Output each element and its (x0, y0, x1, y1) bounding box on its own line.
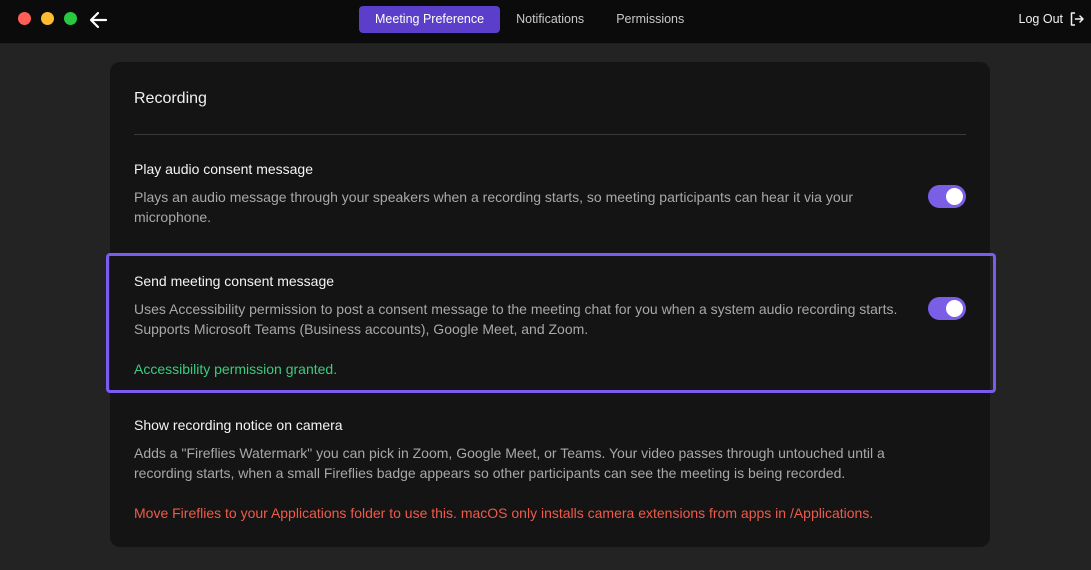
minimize-window-button[interactable] (41, 12, 54, 25)
settings-tabs: Meeting Preference Notifications Permiss… (359, 6, 700, 33)
status-accessibility-granted: Accessibility permission granted. (134, 361, 338, 377)
setting-desc-audio-consent: Plays an audio message through your spea… (134, 189, 854, 225)
tab-permissions[interactable]: Permissions (600, 6, 700, 33)
title-bar: Meeting Preference Notifications Permiss… (0, 0, 1091, 44)
logout-button[interactable]: Log Out (1019, 11, 1085, 27)
logout-icon (1070, 12, 1084, 26)
setting-title-camera-notice: Show recording notice on camera (134, 417, 343, 433)
tab-meeting-preference[interactable]: Meeting Preference (359, 6, 501, 33)
toggle-audio-consent[interactable] (928, 185, 966, 208)
arrow-left-icon[interactable] (88, 9, 110, 31)
close-window-button[interactable] (18, 12, 31, 25)
setting-desc-meeting-consent: Uses Accessibility permission to post a … (134, 301, 898, 337)
divider (134, 134, 966, 135)
tab-notifications[interactable]: Notifications (500, 6, 600, 33)
toggle-knob (946, 300, 963, 317)
recording-settings-card: Recording Play audio consent message Pla… (110, 62, 990, 547)
section-title: Recording (134, 90, 207, 107)
setting-title-audio-consent: Play audio consent message (134, 161, 313, 177)
setting-title-meeting-consent: Send meeting consent message (134, 273, 335, 289)
toggle-knob (946, 188, 963, 205)
zoom-window-button[interactable] (64, 12, 77, 25)
logout-label: Log Out (1018, 12, 1063, 26)
warning-applications-folder: Move Fireflies to your Applications fold… (134, 505, 874, 521)
setting-desc-camera-notice: Adds a "Fireflies Watermark" you can pic… (134, 445, 885, 481)
toggle-meeting-consent[interactable] (928, 297, 966, 320)
